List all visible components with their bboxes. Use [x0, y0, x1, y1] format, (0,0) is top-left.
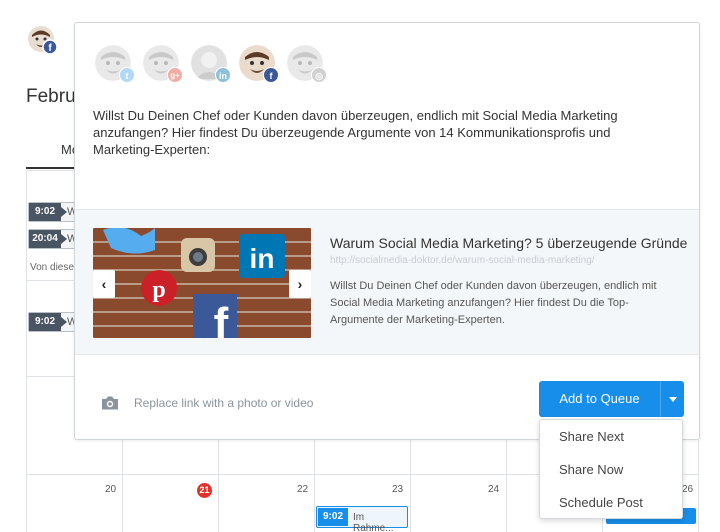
- queue-options-dropdown-toggle[interactable]: [660, 381, 684, 417]
- google-plus-icon: g+: [167, 67, 183, 83]
- slot-time: 20:04: [29, 230, 67, 248]
- calendar-month-title: Febru: [26, 86, 76, 107]
- replace-link-button[interactable]: Replace link with a photo or video: [134, 396, 313, 410]
- svg-text:f: f: [214, 299, 229, 338]
- grid-line: [410, 440, 411, 532]
- post-text-editor[interactable]: Willst Du Deinen Chef oder Kunden davon …: [93, 107, 653, 158]
- link-title[interactable]: Warum Social Media Marketing? 5 überzeug…: [330, 235, 687, 251]
- profile-avatar-google-plus[interactable]: g+: [143, 45, 183, 83]
- instagram-icon: ◎: [311, 67, 327, 83]
- tab-underline: [26, 167, 74, 169]
- svg-text:p: p: [152, 277, 165, 303]
- scheduled-post[interactable]: 9:02 Im Rahme...: [316, 506, 408, 532]
- calendar-slot[interactable]: 9:02 W: [28, 202, 78, 222]
- calendar-slot[interactable]: 20:04 W: [28, 229, 78, 249]
- grid-line: [26, 280, 74, 281]
- scheduled-post-time: 9:02: [318, 508, 348, 526]
- account-avatar[interactable]: f: [28, 26, 58, 56]
- social-media-collage-image: in p f: [93, 228, 311, 338]
- calendar-slot[interactable]: 9:02 W: [28, 312, 78, 332]
- profile-avatar-linkedin[interactable]: in: [191, 45, 231, 83]
- scheduled-post-text: Im Rahme...: [353, 512, 394, 532]
- facebook-icon: f: [263, 67, 279, 83]
- link-description[interactable]: Willst Du Deinen Chef oder Kunden davon …: [330, 278, 680, 329]
- day-number: 26: [682, 484, 694, 495]
- today-badge: 21: [197, 483, 212, 498]
- add-to-queue-button[interactable]: Add to Queue: [539, 381, 660, 417]
- grid-line: [314, 440, 315, 532]
- carousel-next-button[interactable]: ›: [289, 270, 311, 298]
- slot-note: Von diese: [30, 262, 74, 273]
- profile-avatar-instagram[interactable]: ◎: [287, 45, 327, 83]
- carousel-prev-button[interactable]: ‹: [93, 270, 115, 298]
- profile-avatar-facebook[interactable]: f: [239, 45, 279, 83]
- grid-line: [26, 170, 27, 532]
- twitter-icon: t: [119, 67, 135, 83]
- menu-item-share-now[interactable]: Share Now: [540, 454, 682, 486]
- composer-modal: t g+ in f ◎ Willst Du Deinen Chef oder K…: [74, 22, 700, 440]
- link-thumbnail[interactable]: in p f ‹ ›: [93, 228, 311, 338]
- grid-line: [506, 440, 507, 532]
- link-attachment: in p f ‹ › Warum Social Media Marketing?…: [75, 209, 699, 355]
- linkedin-icon: in: [215, 67, 231, 83]
- camera-icon[interactable]: [101, 396, 119, 410]
- slot-time: 9:02: [29, 313, 67, 331]
- menu-item-share-next[interactable]: Share Next: [540, 421, 682, 453]
- day-number: 24: [488, 484, 500, 495]
- menu-item-schedule-post[interactable]: Schedule Post: [540, 487, 682, 519]
- grid-line: [218, 440, 219, 532]
- day-number: 23: [392, 484, 404, 495]
- slot-time: 9:02: [29, 203, 67, 221]
- link-url: http://socialmedia-doktor.de/warum-socia…: [330, 255, 595, 266]
- grid-line: [698, 440, 699, 532]
- grid-line: [26, 376, 74, 377]
- svg-text:in: in: [250, 243, 275, 274]
- profile-avatar-twitter[interactable]: t: [95, 45, 135, 83]
- grid-line: [26, 170, 74, 171]
- day-number: 20: [105, 484, 117, 495]
- queue-options-menu: Share Next Share Now Schedule Post: [539, 419, 683, 519]
- day-number: 22: [297, 484, 309, 495]
- grid-line: [122, 440, 123, 532]
